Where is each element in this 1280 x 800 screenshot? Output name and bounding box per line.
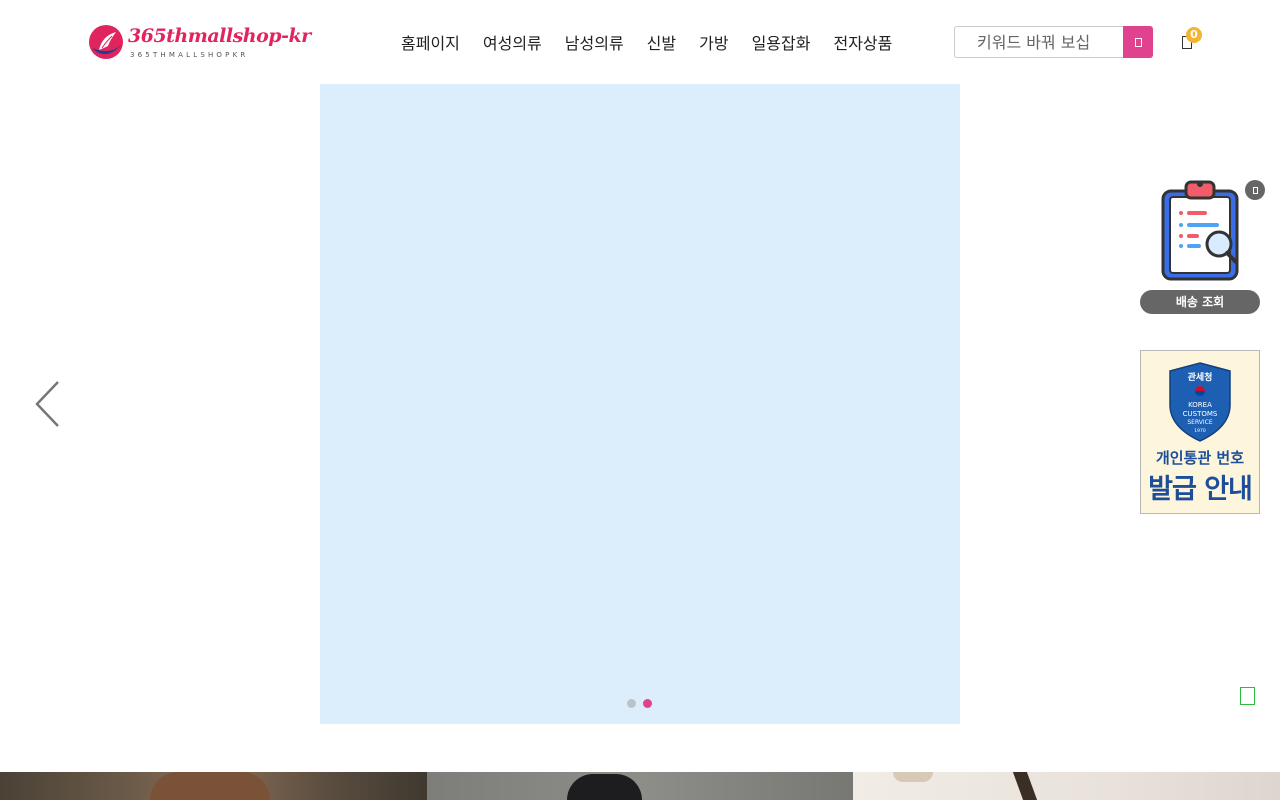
delivery-tracking-widget[interactable]: 배송 조회 [1140,178,1260,315]
nav-item-home[interactable]: 홈페이지 [401,30,460,54]
clipboard-search-icon [1161,180,1239,281]
customs-seal-line-2: CUSTOMS [1183,410,1218,418]
search-input[interactable] [954,26,1124,58]
customs-shield-icon: 관세청 KOREA CUSTOMS SERVICE 1970 [1169,362,1231,442]
nav-item-mens-clothing[interactable]: 남성의류 [565,30,624,54]
nav-item-shoes[interactable]: 신발 [647,30,676,54]
search-icon [1134,37,1142,47]
customs-banner-line-2: 발급 안내 [1148,474,1253,505]
customs-seal-line-1: KOREA [1188,401,1212,409]
search-box [954,26,1153,58]
chat-icon[interactable] [1240,687,1255,705]
cart-count-badge: 0 [1186,27,1202,43]
customs-banner-line-1: 개인통관 번호 [1155,449,1245,467]
logo-mark-icon [89,25,123,59]
slider-dots [627,699,652,708]
nav-item-womens-clothing[interactable]: 여성의류 [483,30,542,54]
category-thumbnail-2[interactable] [427,772,853,800]
hero-slide[interactable] [320,84,960,724]
site-header: 365thmallshop-kr 365THMALLSHOPKR 홈페이지 여성… [0,0,1280,84]
logo-text: 365thmallshop-kr [128,25,311,47]
site-logo[interactable]: 365thmallshop-kr 365THMALLSHOPKR [88,24,311,62]
slider-dot-1[interactable] [627,699,636,708]
logo-subtext: 365THMALLSHOPKR [130,51,249,59]
customs-seal-line-3: SERVICE [1187,419,1213,426]
customs-id-banner[interactable]: 관세청 KOREA CUSTOMS SERVICE 1970 개인통관 번호 발… [1140,350,1260,514]
nav-item-electronics[interactable]: 전자상품 [833,30,892,54]
search-button[interactable] [1123,26,1153,58]
close-icon [1252,186,1258,194]
category-thumbnail-3[interactable] [853,772,1280,800]
main-nav: 홈페이지 여성의류 남성의류 신발 가방 일용잡화 전자상품 [401,30,892,54]
slider-dot-2[interactable] [643,699,652,708]
close-float-button[interactable] [1245,180,1265,200]
delivery-tracking-label: 배송 조회 [1140,290,1260,314]
chevron-left-icon[interactable] [30,378,64,430]
category-thumbnail-1[interactable] [0,772,427,800]
customs-seal-year: 1970 [1194,428,1206,434]
category-thumbnail-row [0,772,1280,800]
nav-item-bags[interactable]: 가방 [699,30,728,54]
nav-item-daily-goods[interactable]: 일용잡화 [752,30,811,54]
customs-agency-text: 관세청 [1188,371,1213,383]
